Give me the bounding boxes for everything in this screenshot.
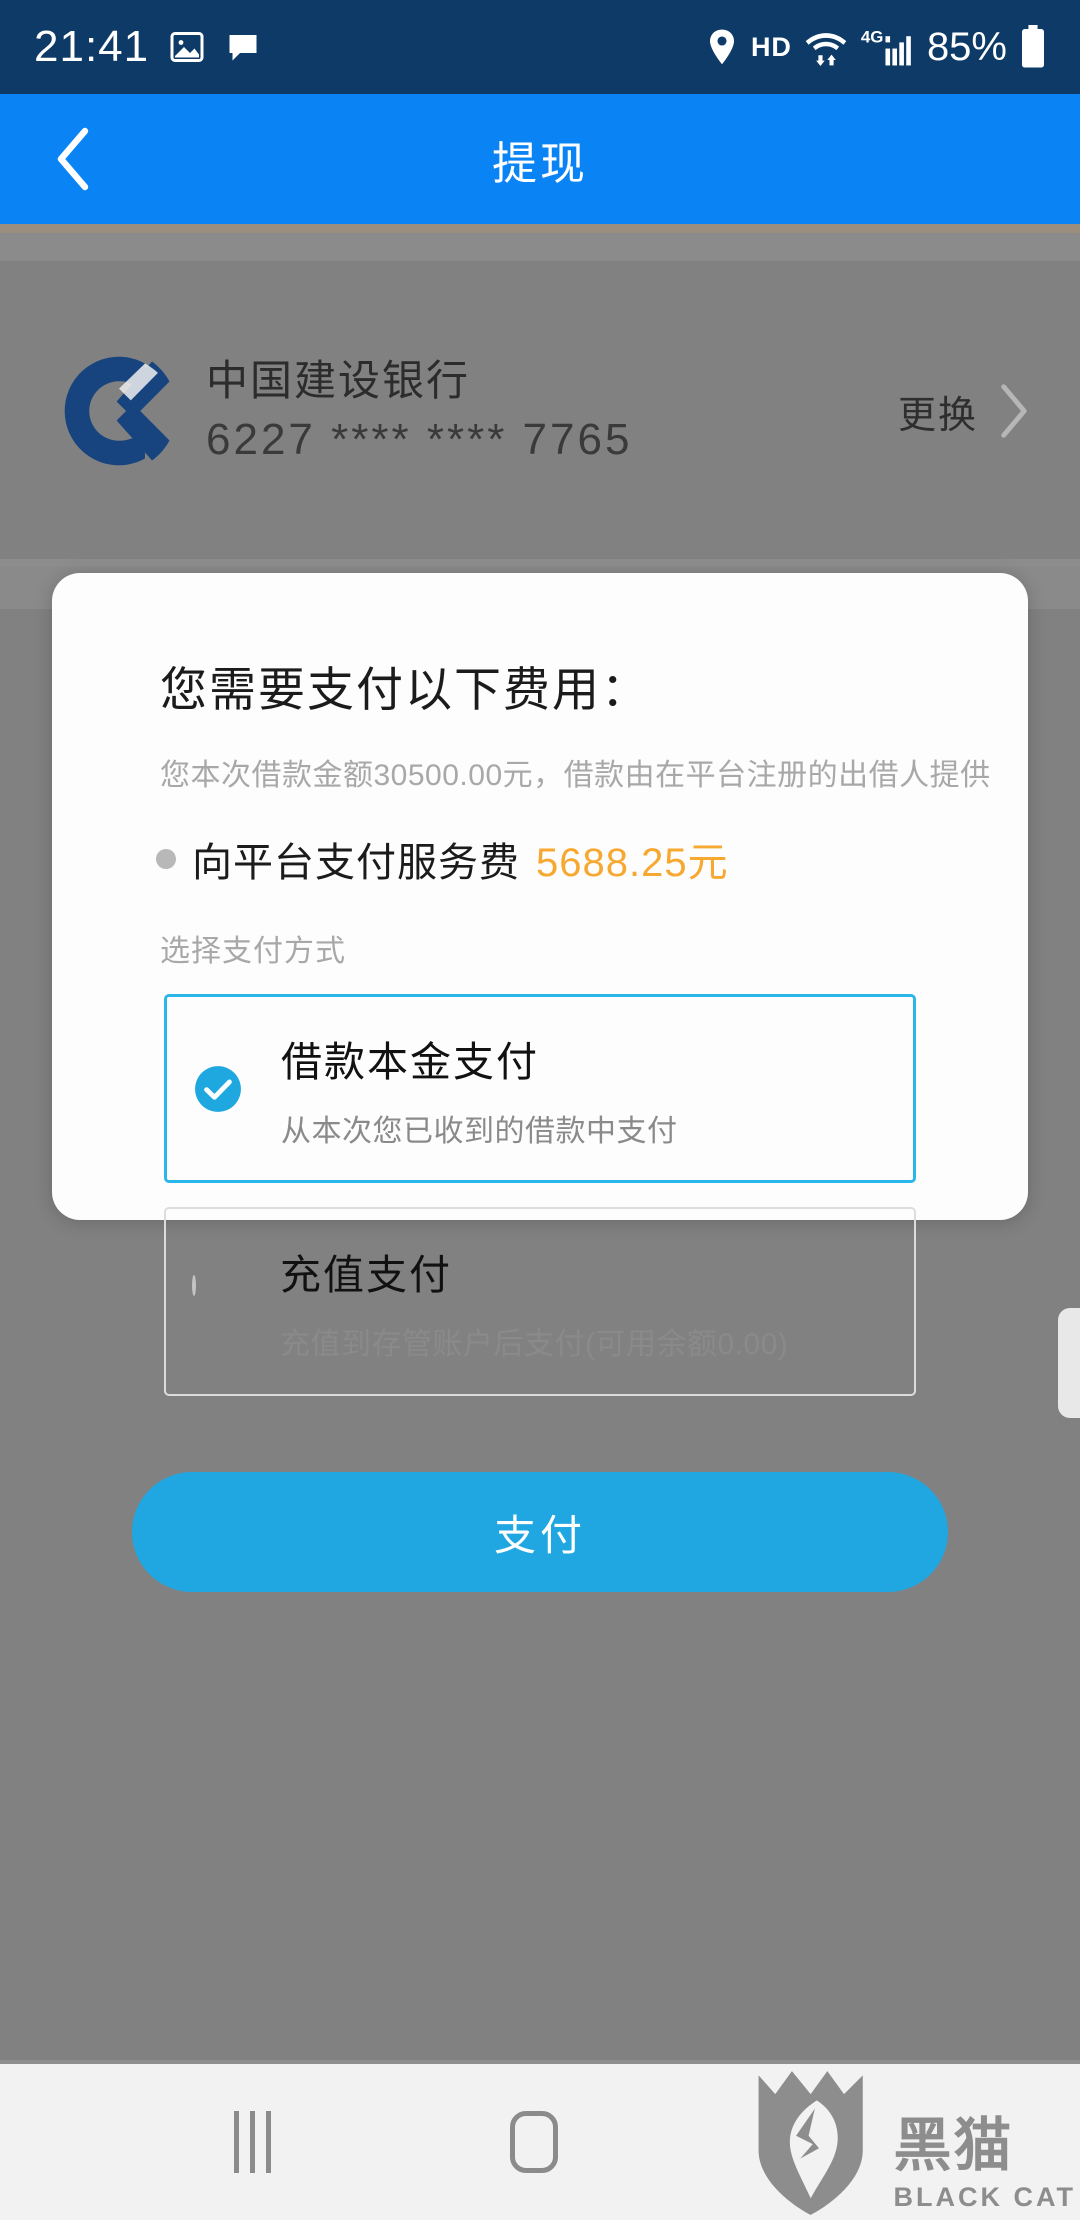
payment-option-desc: 充值到存管账户后支付(可用余额0.00) [280,1327,789,1361]
chevron-left-icon [57,127,89,191]
gallery-icon [169,29,205,65]
location-icon [706,28,738,66]
watermark-cn: 黑猫 [893,2113,1014,2179]
pay-button[interactable]: 支付 [132,1472,948,1592]
radio-empty-icon[interactable] [192,1274,242,1327]
app-header: 提现 [0,94,1080,224]
check-circle-icon[interactable] [193,1064,243,1114]
wifi-icon [805,28,847,66]
back-button[interactable] [38,124,108,194]
dialog-subtitle: 您本次借款金额30500.00元，借款由在平台注册的出借人提供 [160,759,991,792]
status-bar-left: 21:41 [34,22,261,72]
payment-option-topup[interactable]: 充值支付 充值到存管账户后支付(可用余额0.00) [164,1207,916,1396]
payment-option-texts: 充值支付 充值到存管账户后支付(可用余额0.00) [280,1241,788,1363]
payment-option-principal[interactable]: 借款本金支付 从本次您已收到的借款中支付 [164,994,916,1183]
black-cat-shield-icon [758,2071,863,2215]
watermark: 黑猫 BLACK CAT [754,2067,1076,2217]
message-icon [225,29,261,65]
bank-name: 中国建设银行 [206,357,471,405]
payment-option-desc: 从本次您已收到的借款中支付 [281,1114,678,1148]
payment-option-title: 借款本金支付 [281,1038,539,1085]
chevron-right-icon [1001,384,1027,438]
dialog-content: 您需要支付以下费用： 您本次借款金额30500.00元，借款由在平台注册的出借人… [52,573,1028,1592]
svg-text:4G: 4G [861,27,884,46]
payment-methods-label: 选择支付方式 [160,935,346,968]
page-top-band [0,233,1080,261]
recents-icon[interactable] [234,2111,271,2173]
page-title: 提现 [491,137,588,189]
scrollbar-thumb[interactable] [1058,1308,1080,1418]
watermark-texts: 黑猫 BLACK CAT [894,2117,1076,2217]
watermark-en: BLACK CAT [893,2182,1076,2213]
battery-percent: 85% [926,24,1007,69]
signal-icon: 4G [860,27,914,67]
fee-amount: 5688.25元 [536,841,729,885]
battery-icon [1020,25,1046,69]
status-bar-right: HD 4G 85% [706,25,1046,70]
status-time: 21:41 [34,22,150,71]
change-bank-button[interactable]: 更换 [898,383,1030,439]
fee-label: 向平台支付服务费 [192,841,520,885]
bank-card-number: 6227 **** **** 7765 [206,414,633,464]
home-icon[interactable] [510,2111,558,2173]
change-bank-label: 更换 [897,394,978,437]
bank-info: 中国建设银行 6227 **** **** 7765 [206,355,898,467]
fee-line: 向平台支付服务费 5688.25元 [156,830,1028,888]
bullet-icon [156,849,176,869]
header-underline [0,224,1080,233]
payment-option-title: 充值支付 [280,1251,452,1298]
payment-option-texts: 借款本金支付 从本次您已收到的借款中支付 [281,1028,678,1150]
status-bar: 21:41 HD 4G 85% [0,0,1080,94]
dialog-title: 您需要支付以下费用： [160,663,650,716]
bank-card-row[interactable]: 中国建设银行 6227 **** **** 7765 更换 [0,276,1080,546]
ccb-logo [60,352,178,470]
system-nav-bar: 黑猫 BLACK CAT [0,2060,1080,2220]
payment-dialog: 您需要支付以下费用： 您本次借款金额30500.00元，借款由在平台注册的出借人… [52,573,1028,1592]
page-divider [0,559,1080,567]
hd-indicator: HD [750,31,792,62]
